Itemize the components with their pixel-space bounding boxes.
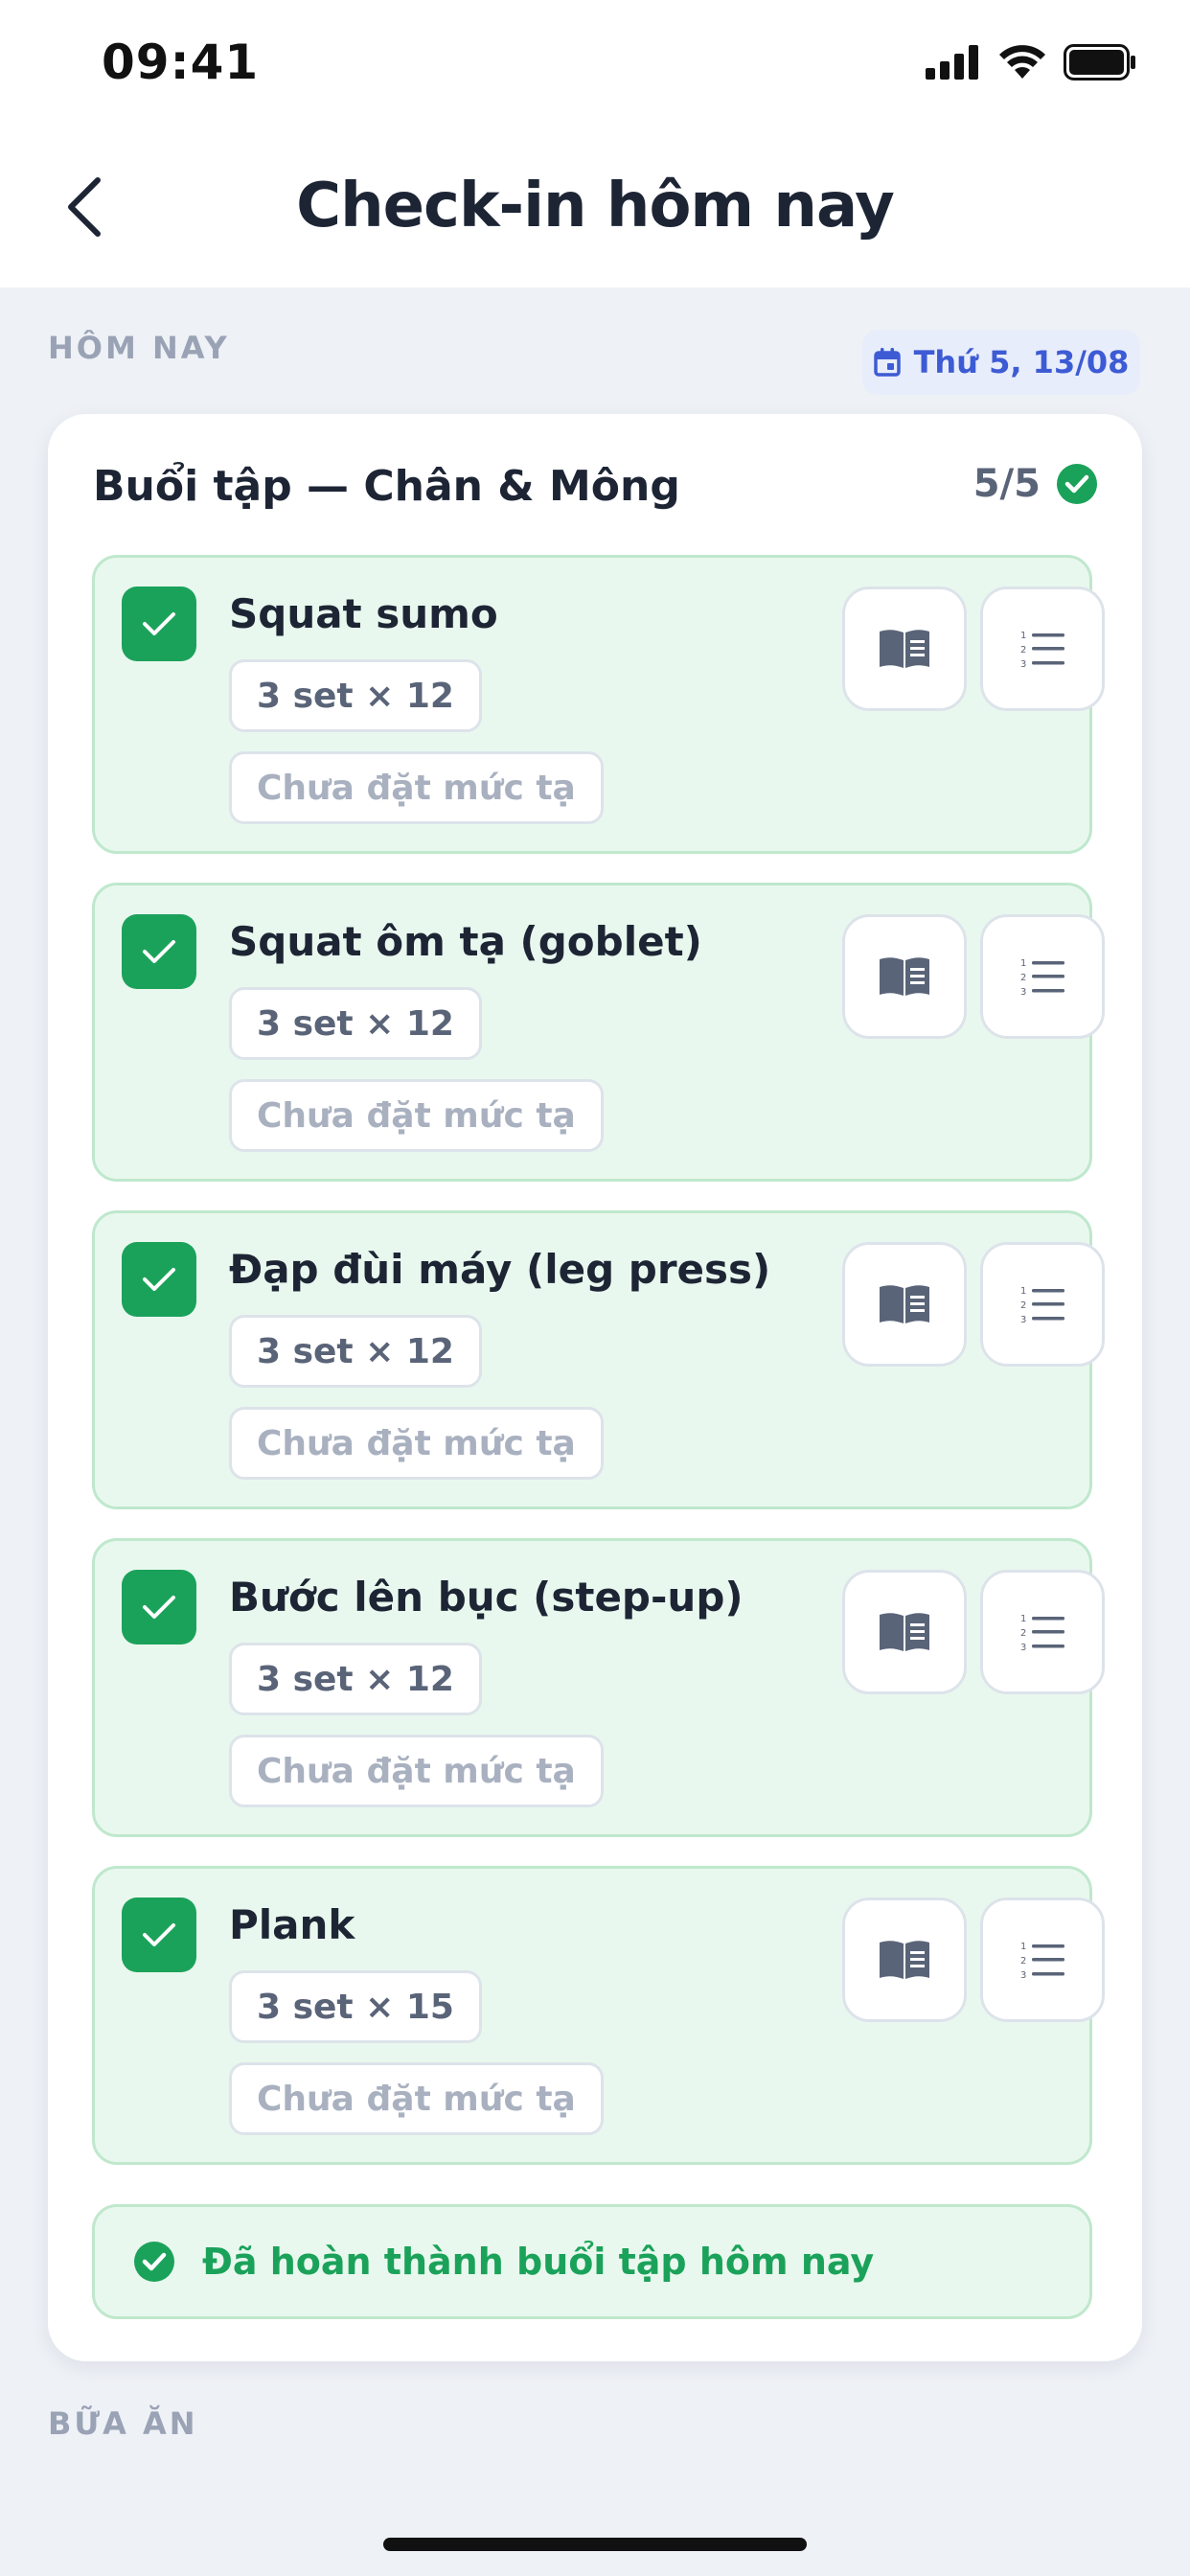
svg-text:2: 2 bbox=[1020, 1300, 1026, 1311]
exercise-sets-chip[interactable]: 3 set × 12 bbox=[229, 1643, 482, 1715]
exercise-sets-chip[interactable]: 3 set × 15 bbox=[229, 1970, 482, 2043]
exercise-checkbox[interactable] bbox=[122, 1898, 196, 1972]
svg-text:3: 3 bbox=[1020, 1643, 1026, 1651]
exercise-item: Squat ôm tạ (goblet) 3 set × 12 Chưa đặt… bbox=[92, 883, 1105, 1182]
exercise-sets-chip[interactable]: 3 set × 12 bbox=[229, 987, 482, 1060]
calendar-icon bbox=[873, 348, 901, 377]
exercise-weight-chip[interactable]: Chưa đặt mức tạ bbox=[229, 751, 604, 824]
exercise-sets-list-button[interactable]: 1 2 3 bbox=[980, 586, 1105, 711]
workout-card: Buổi tập — Chân & Mông 5/5 Squat sumo 3 … bbox=[48, 414, 1142, 2361]
status-bar: 09:41 bbox=[0, 0, 1190, 126]
exercise-name: Plank bbox=[229, 1901, 355, 1948]
numbered-list-icon: 1 2 3 bbox=[1020, 631, 1064, 668]
date-chip[interactable]: Thứ 5, 13/08 bbox=[862, 330, 1140, 395]
svg-text:2: 2 bbox=[1020, 645, 1026, 656]
workout-title: Buổi tập — Chân & Mông bbox=[93, 462, 680, 511]
numbered-list-icon: 1 2 3 bbox=[1020, 1614, 1064, 1651]
svg-text:3: 3 bbox=[1020, 987, 1026, 996]
exercise-name: Squat sumo bbox=[229, 590, 498, 637]
svg-text:1: 1 bbox=[1020, 631, 1026, 641]
exercise-checkbox[interactable] bbox=[122, 586, 196, 661]
svg-text:1: 1 bbox=[1020, 1286, 1026, 1297]
exercise-item: Squat sumo 3 set × 12 Chưa đặt mức tạ 1 … bbox=[92, 555, 1105, 854]
book-icon bbox=[880, 630, 929, 668]
numbered-list-icon: 1 2 3 bbox=[1020, 1286, 1064, 1323]
wifi-icon bbox=[999, 45, 1045, 79]
page-title: Check-in hôm nay bbox=[296, 171, 895, 242]
svg-text:3: 3 bbox=[1020, 1315, 1026, 1323]
exercise-sets-list-button[interactable]: 1 2 3 bbox=[980, 914, 1105, 1039]
exercise-item: Plank 3 set × 15 Chưa đặt mức tạ 1 2 3 bbox=[92, 1866, 1105, 2165]
check-icon bbox=[143, 1268, 175, 1291]
exercise-checkbox[interactable] bbox=[122, 1242, 196, 1317]
status-icons bbox=[926, 44, 1136, 80]
exercise-name: Bước lên bục (step-up) bbox=[229, 1574, 744, 1621]
book-icon bbox=[880, 957, 929, 996]
check-icon bbox=[143, 940, 175, 963]
svg-text:3: 3 bbox=[1020, 659, 1026, 668]
progress-label: 5/5 bbox=[973, 462, 1041, 506]
svg-text:2: 2 bbox=[1020, 1628, 1026, 1639]
svg-text:2: 2 bbox=[1020, 1956, 1026, 1966]
exercise-sets-list-button[interactable]: 1 2 3 bbox=[980, 1242, 1105, 1367]
exercise-guide-button[interactable] bbox=[842, 914, 967, 1039]
exercise-checkbox[interactable] bbox=[122, 1570, 196, 1644]
book-icon bbox=[880, 1613, 929, 1651]
exercise-item: Bước lên bục (step-up) 3 set × 12 Chưa đ… bbox=[92, 1538, 1105, 1837]
completed-message: Đã hoàn thành buổi tập hôm nay bbox=[202, 2241, 875, 2283]
exercise-weight-chip[interactable]: Chưa đặt mức tạ bbox=[229, 1407, 604, 1480]
home-indicator bbox=[383, 2538, 807, 2551]
check-circle-icon bbox=[1057, 464, 1097, 504]
status-time: 09:41 bbox=[102, 34, 260, 90]
battery-icon bbox=[1064, 44, 1135, 80]
signal-icon bbox=[926, 45, 978, 80]
exercise-weight-chip[interactable]: Chưa đặt mức tạ bbox=[229, 1079, 604, 1152]
book-icon bbox=[880, 1941, 929, 1979]
date-label: Thứ 5, 13/08 bbox=[913, 344, 1130, 380]
exercise-item: Đạp đùi máy (leg press) 3 set × 12 Chưa … bbox=[92, 1210, 1105, 1509]
numbered-list-icon: 1 2 3 bbox=[1020, 958, 1064, 996]
workout-completed-banner: Đã hoàn thành buổi tập hôm nay bbox=[92, 2204, 1092, 2319]
svg-text:2: 2 bbox=[1020, 973, 1026, 983]
svg-text:1: 1 bbox=[1020, 1614, 1026, 1624]
check-icon bbox=[143, 1923, 175, 1946]
section-label-today: HÔM NAY bbox=[48, 330, 230, 366]
exercise-sets-list-button[interactable]: 1 2 3 bbox=[980, 1570, 1105, 1694]
exercise-checkbox[interactable] bbox=[122, 914, 196, 989]
section-label-meals: BỮA ĂN bbox=[48, 2405, 198, 2442]
check-circle-icon bbox=[134, 2242, 174, 2282]
numbered-list-icon: 1 2 3 bbox=[1020, 1942, 1064, 1979]
workout-progress: 5/5 bbox=[973, 462, 1098, 506]
exercise-guide-button[interactable] bbox=[842, 1242, 967, 1367]
svg-text:1: 1 bbox=[1020, 958, 1026, 969]
book-icon bbox=[880, 1285, 929, 1323]
exercise-guide-button[interactable] bbox=[842, 586, 967, 711]
exercise-guide-button[interactable] bbox=[842, 1570, 967, 1694]
exercise-name: Đạp đùi máy (leg press) bbox=[229, 1246, 771, 1293]
svg-text:1: 1 bbox=[1020, 1942, 1026, 1952]
svg-text:3: 3 bbox=[1020, 1970, 1026, 1979]
exercise-weight-chip[interactable]: Chưa đặt mức tạ bbox=[229, 2062, 604, 2135]
exercise-sets-list-button[interactable]: 1 2 3 bbox=[980, 1898, 1105, 2022]
exercise-name: Squat ôm tạ (goblet) bbox=[229, 918, 702, 965]
exercise-weight-chip[interactable]: Chưa đặt mức tạ bbox=[229, 1735, 604, 1807]
exercise-sets-chip[interactable]: 3 set × 12 bbox=[229, 659, 482, 732]
exercise-guide-button[interactable] bbox=[842, 1898, 967, 2022]
check-icon bbox=[143, 1596, 175, 1619]
exercise-sets-chip[interactable]: 3 set × 12 bbox=[229, 1315, 482, 1388]
check-icon bbox=[143, 612, 175, 635]
nav-bar: Check-in hôm nay bbox=[0, 126, 1190, 288]
